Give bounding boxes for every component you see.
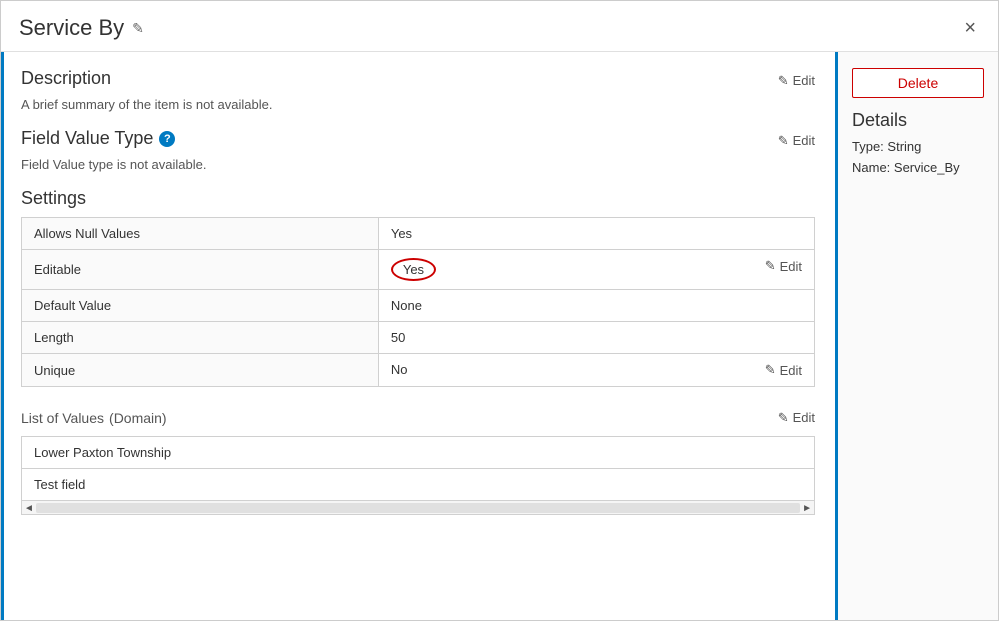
left-panel: Description ✎ Edit A brief summary of th…: [1, 52, 838, 620]
settings-title: Settings: [21, 188, 815, 209]
field-value-type-edit-link[interactable]: ✎ Edit: [778, 133, 815, 149]
description-section: Description ✎ Edit A brief summary of th…: [21, 68, 815, 112]
description-text: A brief summary of the item is not avail…: [21, 97, 815, 112]
setting-value: None: [378, 290, 814, 322]
setting-label: Length: [22, 322, 379, 354]
modal-title-group: Service By ✎: [19, 15, 144, 41]
modal-body: Description ✎ Edit A brief summary of th…: [1, 52, 998, 620]
details-info: Type: String Name: Service_By: [852, 137, 984, 179]
list-of-values-section: List of Values (Domain) ✎ Edit Lower Pax…: [21, 407, 815, 515]
list-title-sub: (Domain): [109, 410, 167, 426]
table-row: Allows Null Values Yes: [22, 218, 815, 250]
table-row: Editable Yes ✎ Edit: [22, 250, 815, 290]
scroll-left-arrow[interactable]: ◄: [24, 503, 34, 514]
list-edit-link[interactable]: ✎ Edit: [778, 410, 815, 426]
field-value-type-edit-icon: ✎: [778, 133, 789, 149]
details-name: Name: Service_By: [852, 158, 984, 179]
setting-label: Default Value: [22, 290, 379, 322]
table-row: Unique No ✎ Edit: [22, 354, 815, 387]
list-item: Test field: [22, 469, 815, 501]
description-edit-icon: ✎: [778, 73, 789, 89]
editable-edit-label: Edit: [780, 259, 802, 274]
title-edit-icon[interactable]: ✎: [132, 20, 144, 37]
setting-label: Editable: [22, 250, 379, 290]
description-title: Description: [21, 68, 111, 89]
unique-edit-icon: ✎: [765, 362, 776, 378]
help-icon[interactable]: ?: [159, 131, 175, 147]
list-title-main: List of Values: [21, 410, 104, 426]
field-value-type-header: Field Value Type ? ✎ Edit: [21, 128, 815, 153]
description-edit-link[interactable]: ✎ Edit: [778, 73, 815, 89]
unique-edit-label: Edit: [780, 363, 802, 378]
setting-value: Yes ✎ Edit: [378, 250, 814, 290]
setting-value: No ✎ Edit: [378, 354, 814, 387]
list-item-value: Test field: [22, 469, 815, 501]
field-value-type-title-group: Field Value Type ?: [21, 128, 175, 149]
details-section: Details Type: String Name: Service_By: [852, 110, 984, 179]
editable-edit-icon: ✎: [765, 258, 776, 274]
setting-value: 50: [378, 322, 814, 354]
list-item: Lower Paxton Township: [22, 437, 815, 469]
setting-value: Yes: [378, 218, 814, 250]
details-type: Type: String: [852, 137, 984, 158]
circled-yes: Yes: [391, 258, 436, 281]
settings-table: Allows Null Values Yes Editable Yes ✎ Ed…: [21, 217, 815, 387]
settings-section: Settings Allows Null Values Yes Editable…: [21, 188, 815, 387]
field-value-type-section: Field Value Type ? ✎ Edit Field Value ty…: [21, 128, 815, 172]
field-value-type-label: Field Value Type: [21, 128, 153, 149]
editable-edit-link[interactable]: ✎ Edit: [765, 258, 802, 274]
delete-button[interactable]: Delete: [852, 68, 984, 98]
field-value-type-edit-label: Edit: [793, 133, 815, 148]
modal-header: Service By ✎ ×: [1, 1, 998, 52]
list-title: List of Values (Domain): [21, 407, 167, 428]
list-item-value: Lower Paxton Township: [22, 437, 815, 469]
table-row: Length 50: [22, 322, 815, 354]
setting-label: Allows Null Values: [22, 218, 379, 250]
scrollbar-row: ◄ ►: [21, 501, 815, 515]
list-header: List of Values (Domain) ✎ Edit: [21, 407, 815, 428]
setting-label: Unique: [22, 354, 379, 387]
description-edit-label: Edit: [793, 73, 815, 88]
field-value-type-text: Field Value type is not available.: [21, 157, 815, 172]
details-title: Details: [852, 110, 984, 131]
right-panel: Delete Details Type: String Name: Servic…: [838, 52, 998, 620]
close-button[interactable]: ×: [960, 16, 980, 40]
scrollbar-track[interactable]: [36, 503, 800, 513]
scroll-right-arrow[interactable]: ►: [802, 503, 812, 514]
list-edit-icon: ✎: [778, 410, 789, 426]
modal: Service By ✎ × Description ✎ Edit A brie…: [0, 0, 999, 621]
unique-edit-link[interactable]: ✎ Edit: [765, 362, 802, 378]
description-header: Description ✎ Edit: [21, 68, 815, 93]
table-row: Default Value None: [22, 290, 815, 322]
list-table: Lower Paxton Township Test field: [21, 436, 815, 501]
modal-title: Service By: [19, 15, 124, 41]
list-edit-label: Edit: [793, 410, 815, 425]
